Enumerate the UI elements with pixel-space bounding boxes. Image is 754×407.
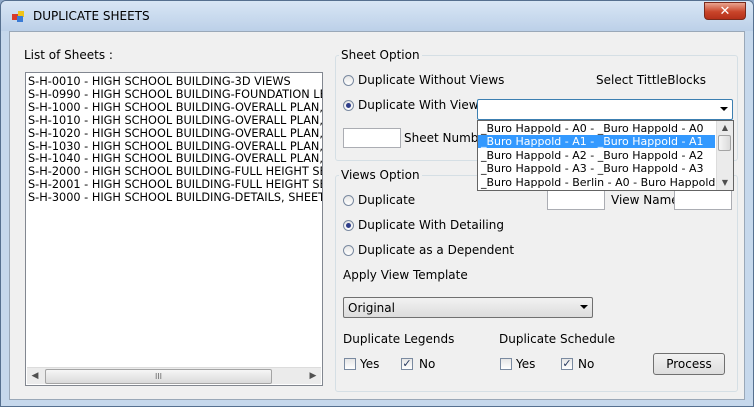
titleblock-option[interactable]: _Buro Happold - A0 - _Buro Happold - A0: [478, 122, 715, 135]
view-template-value: Original: [348, 301, 395, 315]
view-name-input[interactable]: [674, 190, 732, 210]
legends-yes-checkbox[interactable]: [344, 358, 356, 370]
legends-yes-label: Yes: [360, 357, 380, 371]
scroll-left-icon[interactable]: ◀: [27, 368, 43, 384]
duplicate-with-detailing-label: Duplicate With Detailing: [358, 218, 504, 232]
dropdown-arrow-icon[interactable]: [720, 107, 728, 111]
view-name-label: View Name: [611, 193, 679, 207]
sheet-list-item[interactable]: S-H-2001 - HIGH SCHOOL BUILDING-FULL HEI…: [28, 178, 322, 191]
sheet-list-item[interactable]: S-H-1040 - HIGH SCHOOL BUILDING-OVERALL …: [28, 152, 322, 165]
titleblock-option[interactable]: _Buro Happold - Berlin - A0 - Buro Happo…: [478, 176, 715, 189]
sheet-list-item[interactable]: S-H-1010 - HIGH SCHOOL BUILDING-OVERALL …: [28, 114, 322, 127]
sheet-list-item[interactable]: S-H-1000 - HIGH SCHOOL BUILDING-OVERALL …: [28, 101, 322, 114]
apply-view-template-label: Apply View Template: [343, 268, 468, 282]
schedule-no-label: No: [578, 357, 595, 371]
scroll-up-icon[interactable]: ▲: [717, 121, 733, 135]
duplicate-as-dependent-label: Duplicate as a Dependent: [358, 243, 515, 257]
sheet-list-item[interactable]: S-H-1020 - HIGH SCHOOL BUILDING-OVERALL …: [28, 127, 322, 140]
duplicate-without-views-radio[interactable]: [343, 75, 354, 86]
scrollbar-thumb[interactable]: III: [45, 369, 272, 384]
sheet-list-item[interactable]: S-H-1030 - HIGH SCHOOL BUILDING-OVERALL …: [28, 140, 322, 153]
duplicate-without-views-label: Duplicate Without Views: [358, 73, 505, 87]
duplicate-radio[interactable]: [343, 195, 354, 206]
scroll-down-icon[interactable]: ▼: [717, 176, 733, 190]
select-titleblocks-label: Select TittleBlocks: [596, 73, 706, 87]
titleblock-option[interactable]: _Buro Happold - A3 - _Buro Happold - A3: [478, 162, 715, 175]
sheet-list-item[interactable]: S-H-0990 - HIGH SCHOOL BUILDING-FOUNDATI…: [28, 88, 322, 101]
titleblocks-dropdown-list[interactable]: _Buro Happold - A0 - _Buro Happold - A0 _…: [477, 120, 734, 191]
legends-no-checkbox[interactable]: ✓: [401, 358, 413, 370]
duplicate-with-detailing-radio[interactable]: [343, 220, 354, 231]
sheets-listbox[interactable]: S-H-0010 - HIGH SCHOOL BUILDING-3D VIEWS…: [25, 72, 323, 386]
duplicate-schedule-label: Duplicate Schedule: [499, 332, 616, 346]
titleblock-option[interactable]: _Buro Happold - Berlin - A1 - Buro Happo…: [478, 189, 715, 190]
sheet-number-input[interactable]: [343, 128, 401, 148]
sheet-list-item[interactable]: S-H-0010 - HIGH SCHOOL BUILDING-3D VIEWS: [28, 75, 291, 88]
title-bar: DUPLICATE SHEETS ✕: [1, 1, 753, 31]
duplicate-sheets-window: DUPLICATE SHEETS ✕ List of Sheets : S-H-…: [0, 0, 754, 407]
dropdown-scrollbar[interactable]: ▲ ▼: [716, 121, 733, 190]
schedule-no-checkbox[interactable]: ✓: [561, 358, 573, 370]
dropdown-arrow-icon[interactable]: [580, 305, 588, 309]
close-button[interactable]: ✕: [704, 2, 746, 20]
list-of-sheets-label: List of Sheets :: [24, 48, 113, 62]
sheet-list-item[interactable]: S-H-3000 - HIGH SCHOOL BUILDING-DETAILS,…: [28, 191, 322, 204]
view-name-prefix-input[interactable]: [547, 190, 605, 210]
schedule-yes-checkbox[interactable]: [500, 358, 512, 370]
schedule-yes-label: Yes: [516, 357, 536, 371]
duplicate-legends-label: Duplicate Legends: [343, 332, 455, 346]
client-area: List of Sheets : S-H-0010 - HIGH SCHOOL …: [9, 31, 745, 400]
legends-no-label: No: [419, 357, 436, 371]
scroll-right-icon[interactable]: ▶: [305, 368, 321, 384]
radio-selected-dot: [346, 103, 351, 108]
duplicate-as-dependent-radio[interactable]: [343, 245, 354, 256]
sheet-list-item[interactable]: S-H-2000 - HIGH SCHOOL BUILDING-FULL HEI…: [28, 165, 322, 178]
titleblocks-combobox[interactable]: [477, 99, 733, 120]
duplicate-label: Duplicate: [358, 193, 416, 207]
process-button[interactable]: Process: [653, 353, 725, 375]
sheet-option-title: Sheet Option: [339, 48, 422, 62]
view-template-combobox[interactable]: Original: [343, 297, 593, 318]
window-title: DUPLICATE SHEETS: [33, 9, 150, 23]
titleblock-option[interactable]: _Buro Happold - A2 - _Buro Happold - A2: [478, 149, 715, 162]
duplicate-with-views-label: Duplicate With Views: [358, 98, 485, 112]
dropdown-scrollbar-thumb[interactable]: [718, 135, 731, 151]
radio-selected-dot: [346, 223, 351, 228]
horizontal-scrollbar[interactable]: ◀ III ▶: [27, 367, 321, 384]
checkmark-icon: ✓: [562, 357, 572, 370]
titleblock-option[interactable]: _Buro Happold - A1 - _Buro Happold - A1: [478, 135, 715, 149]
views-option-title: Views Option: [339, 168, 422, 182]
checkmark-icon: ✓: [402, 357, 412, 370]
app-icon: [12, 11, 24, 22]
duplicate-with-views-radio[interactable]: [343, 100, 354, 111]
